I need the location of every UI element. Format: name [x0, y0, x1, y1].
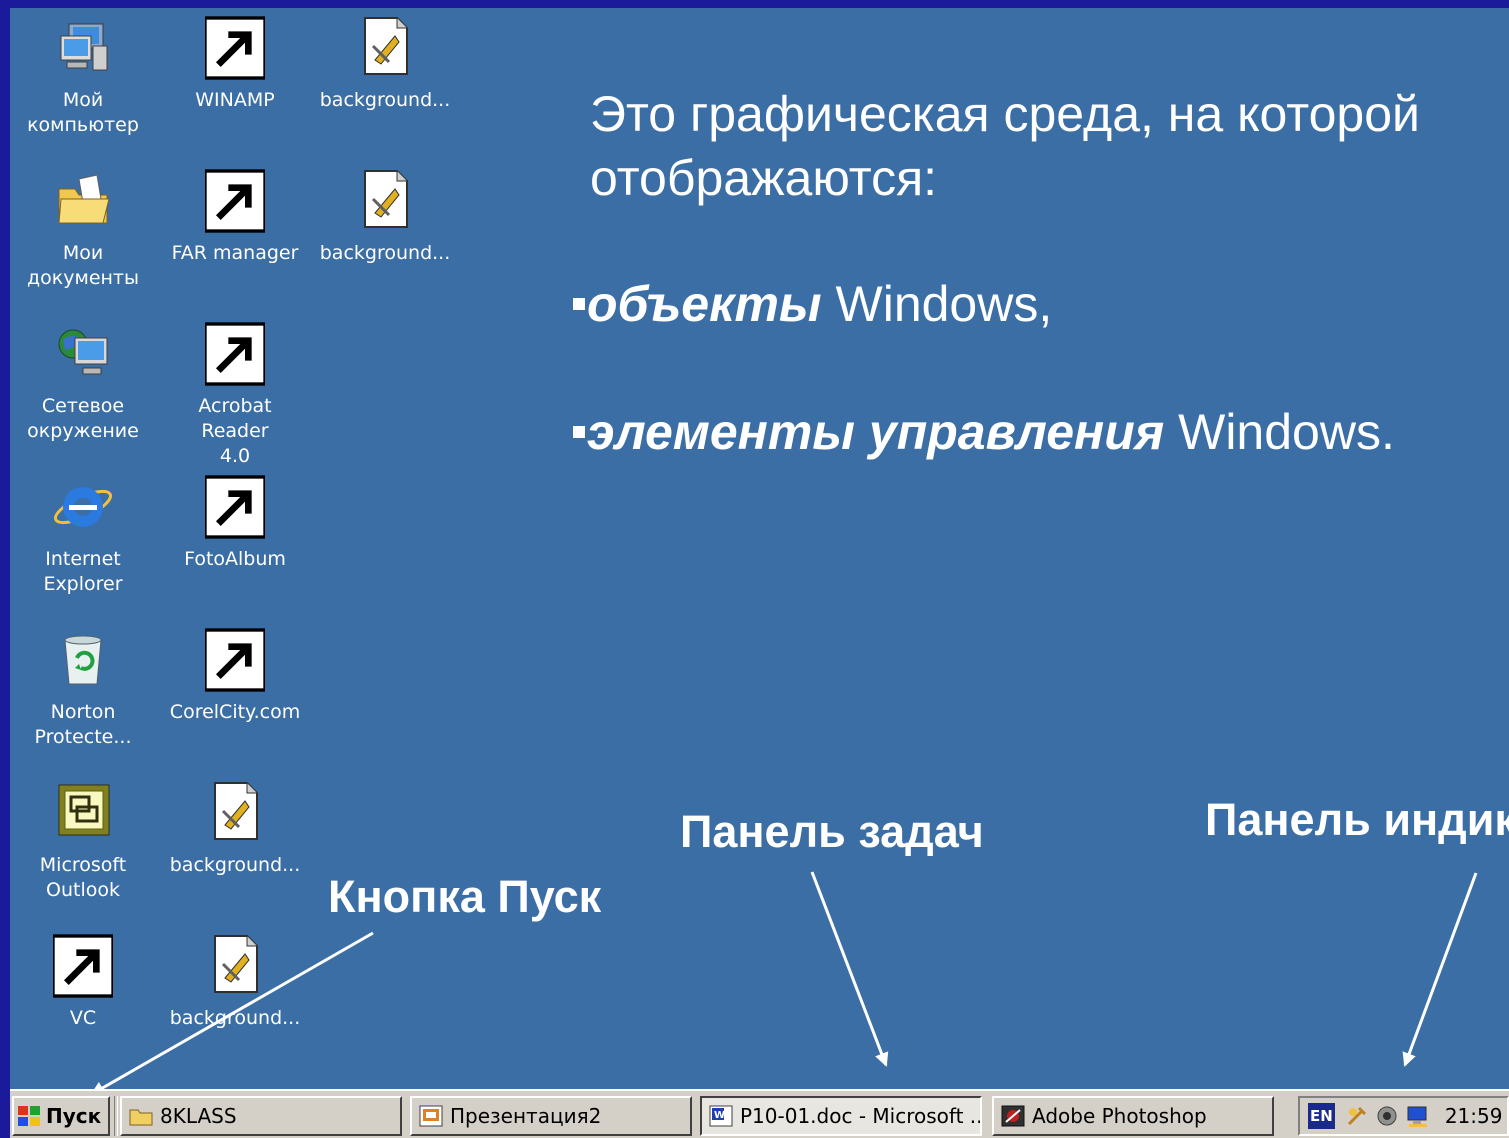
- tray-tools-icon[interactable]: [1345, 1104, 1369, 1128]
- desktop-icon-fotoalbum[interactable]: FotoAlbum: [165, 475, 305, 572]
- icon-label: Norton Protecte...: [34, 701, 132, 748]
- outlook-icon: [53, 781, 113, 845]
- desktop: Мой компьютер Мои документы Сетевое окру…: [10, 8, 1509, 1089]
- document-icon: [355, 16, 415, 80]
- vc-icon: [53, 934, 113, 998]
- icon-label: background...: [319, 242, 451, 264]
- desktop-icon-background-2[interactable]: background...: [315, 169, 455, 266]
- bullet-marker: [573, 297, 585, 310]
- bullet-controls: элементы управления Windows.: [573, 402, 1395, 462]
- icon-label: Acrobat Reader 4.0: [198, 395, 272, 467]
- icon-label: background...: [319, 89, 451, 111]
- desktop-icon-internet-explorer[interactable]: Internet Explorer: [13, 475, 153, 597]
- icon-label: Microsoft Outlook: [39, 854, 127, 901]
- bullet-text: Windows.: [1164, 404, 1395, 460]
- desktop-icon-my-documents[interactable]: Мои документы: [13, 169, 153, 291]
- task-label: P10-01.doc - Microsoft ...: [740, 1104, 982, 1128]
- desktop-icon-network[interactable]: Сетевое окружение: [13, 322, 153, 444]
- intro-text: Это графическая среда, на которой отобра…: [590, 86, 1420, 206]
- desktop-icon-background-4[interactable]: background...: [165, 781, 305, 878]
- folder-icon: [129, 1109, 153, 1126]
- desktop-icon-my-computer[interactable]: Мой компьютер: [13, 16, 153, 138]
- my-documents-icon: [53, 169, 113, 233]
- bullet-objects: объекты Windows,: [573, 274, 1052, 334]
- notification-tray: EN 21:59: [1298, 1096, 1509, 1136]
- icon-label: background...: [169, 1007, 301, 1029]
- desktop-icon-winamp[interactable]: WINAMP: [165, 16, 305, 113]
- desktop-icon-background-5[interactable]: background...: [165, 934, 305, 1031]
- tray-display-icon[interactable]: [1405, 1104, 1431, 1128]
- network-icon: [53, 322, 113, 386]
- bullet-text: Windows,: [821, 276, 1053, 332]
- icon-label: Сетевое окружение: [27, 395, 139, 442]
- task-label: Презентация2: [450, 1104, 602, 1128]
- icon-label: FotoAlbum: [184, 548, 286, 570]
- document-icon: [355, 169, 415, 233]
- my-computer-icon: [53, 16, 113, 80]
- bullet-emphasis: объекты: [587, 276, 822, 332]
- icon-label: Мои документы: [27, 242, 139, 289]
- start-button[interactable]: Пуск: [12, 1096, 110, 1136]
- desktop-icon-background-1[interactable]: background...: [315, 16, 455, 113]
- start-label: Пуск: [46, 1104, 102, 1128]
- language-indicator[interactable]: EN: [1308, 1103, 1335, 1129]
- desktop-icon-acrobat[interactable]: Acrobat Reader 4.0: [165, 322, 305, 469]
- bullet-emphasis: элементы управления: [587, 404, 1165, 460]
- desktop-icon-outlook[interactable]: Microsoft Outlook: [13, 781, 153, 903]
- icon-label: Internet Explorer: [43, 548, 123, 595]
- start-callout: Кнопка Пуск: [328, 871, 602, 922]
- desktop-icon-far-manager[interactable]: FAR manager: [165, 169, 305, 266]
- desktop-icon-norton[interactable]: Norton Protecte...: [13, 628, 153, 750]
- task-button-photoshop[interactable]: Adobe Photoshop: [992, 1096, 1274, 1136]
- bullet-marker: [573, 425, 585, 438]
- powerpoint-icon: [419, 1105, 443, 1127]
- task-button-8klass[interactable]: 8KLASS: [120, 1096, 402, 1136]
- far-manager-icon: [205, 169, 265, 233]
- taskbar-callout: Панель задач: [680, 806, 984, 857]
- icon-label: Мой компьютер: [27, 89, 139, 136]
- document-icon: [205, 781, 265, 845]
- taskbar: Пуск 8KLASS Презентация2 W P10-01.doc - …: [10, 1089, 1509, 1138]
- acrobat-icon: [205, 322, 265, 386]
- desktop-icon-corelcity[interactable]: CorelCity.com: [165, 628, 305, 725]
- winamp-icon: [205, 16, 265, 80]
- document-icon: [205, 934, 265, 998]
- icon-label: VC: [69, 1007, 97, 1029]
- tray-callout: Панель индикации: [1205, 794, 1509, 845]
- clock[interactable]: 21:59: [1445, 1104, 1503, 1128]
- desktop-icon-vc[interactable]: VC: [13, 934, 153, 1031]
- windows-logo-icon: [18, 1106, 40, 1126]
- icon-label: WINAMP: [195, 89, 275, 111]
- tray-speaker-icon[interactable]: [1375, 1104, 1399, 1128]
- word-icon: W: [709, 1105, 733, 1127]
- task-button-presentation[interactable]: Презентация2: [410, 1096, 692, 1136]
- icon-label: background...: [169, 854, 301, 876]
- internet-explorer-icon: [53, 475, 113, 539]
- svg-text:W: W: [714, 1110, 725, 1121]
- task-label: Adobe Photoshop: [1032, 1104, 1207, 1128]
- recycle-bin-icon: [53, 628, 113, 692]
- taskbar-separator: [114, 1096, 118, 1136]
- icon-label: CorelCity.com: [169, 701, 301, 723]
- icon-label: FAR manager: [171, 242, 299, 264]
- task-label: 8KLASS: [160, 1104, 237, 1128]
- task-button-word-doc[interactable]: W P10-01.doc - Microsoft ...: [700, 1096, 982, 1136]
- photoshop-icon: [1001, 1105, 1025, 1127]
- camera-icon: [205, 475, 265, 539]
- globe-icon: [205, 628, 265, 692]
